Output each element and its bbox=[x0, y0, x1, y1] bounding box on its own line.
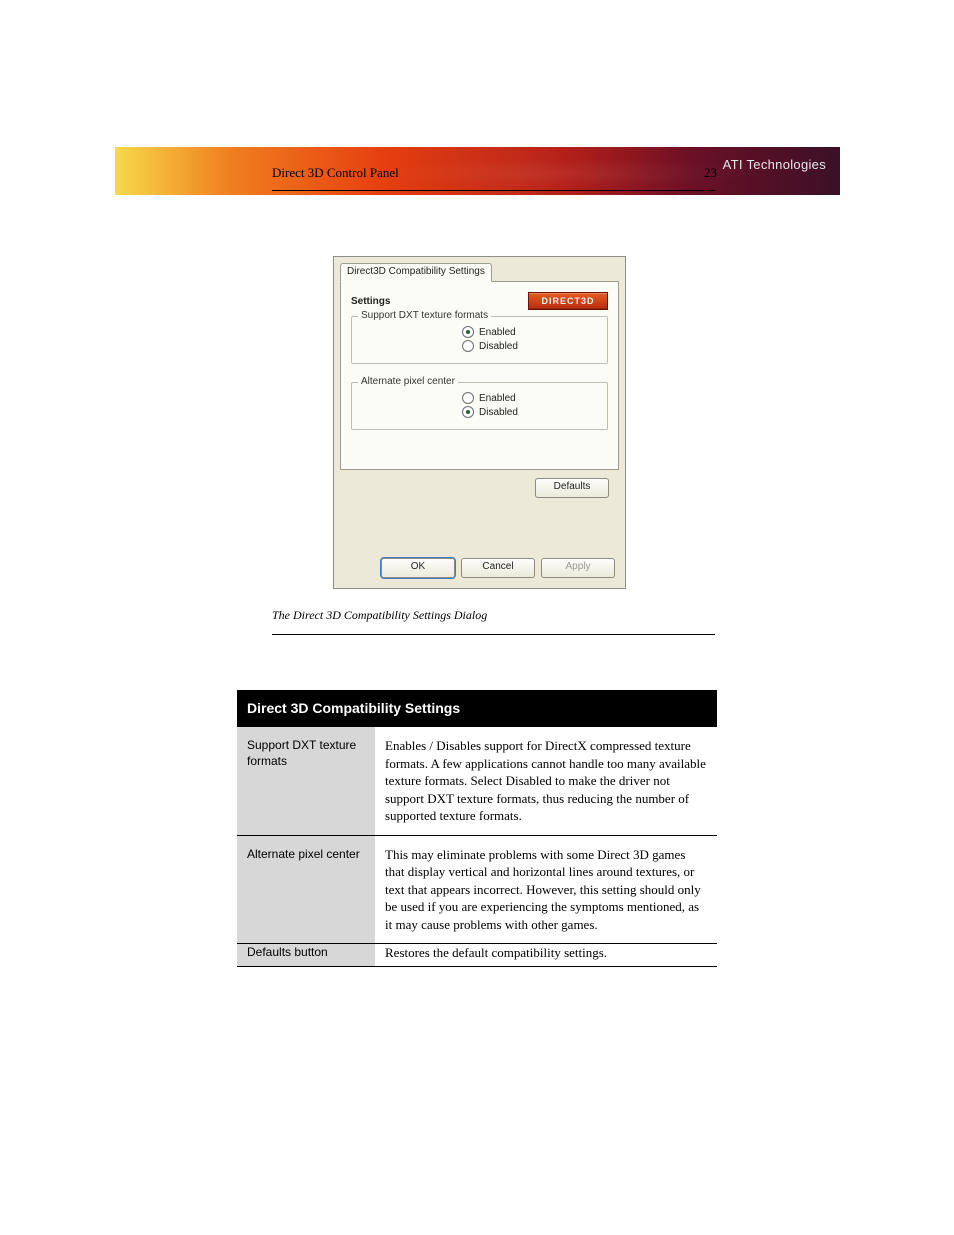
tab-compat[interactable]: Direct3D Compatibility Settings bbox=[340, 263, 492, 282]
tab-strip: Direct3D Compatibility Settings bbox=[340, 263, 619, 282]
radio-icon bbox=[462, 340, 474, 352]
settings-label: Settings bbox=[351, 296, 390, 307]
table-header-row: Direct 3D Compatibility Settings bbox=[237, 690, 717, 727]
group-altpixel: Alternate pixel center Enabled Disabled bbox=[351, 382, 608, 430]
defaults-row: Defaults bbox=[334, 470, 625, 498]
direct3d-logo: DIRECT3D bbox=[528, 292, 608, 310]
radio-dxt-disabled[interactable]: Disabled bbox=[462, 339, 599, 353]
group-dxt: Support DXT texture formats Enabled Disa… bbox=[351, 316, 608, 364]
page-number: 23 bbox=[704, 165, 717, 181]
compat-table: Direct 3D Compatibility Settings Support… bbox=[237, 690, 717, 967]
radio-icon bbox=[462, 326, 474, 338]
radio-dxt-disabled-label: Disabled bbox=[479, 341, 518, 352]
defaults-button[interactable]: Defaults bbox=[535, 478, 609, 498]
row-label: Alternate pixel center bbox=[237, 835, 375, 944]
radio-altpixel-disabled-label: Disabled bbox=[479, 407, 518, 418]
settings-row: Settings DIRECT3D bbox=[351, 292, 608, 310]
document-page: ATI Technologies Direct 3D Control Panel… bbox=[0, 0, 954, 1235]
apply-button[interactable]: Apply bbox=[541, 558, 615, 578]
tab-panel: Settings DIRECT3D Support DXT texture fo… bbox=[340, 282, 619, 470]
table-header: Direct 3D Compatibility Settings bbox=[237, 690, 717, 727]
row-desc: Restores the default compatibility setti… bbox=[375, 944, 717, 967]
group-altpixel-options: Enabled Disabled bbox=[462, 391, 599, 419]
compat-dialog: Direct3D Compatibility Settings Settings… bbox=[333, 256, 626, 589]
table-row: Defaults button Restores the default com… bbox=[237, 944, 717, 967]
group-dxt-options: Enabled Disabled bbox=[462, 325, 599, 353]
row-label: Defaults button bbox=[237, 944, 375, 967]
group-altpixel-legend: Alternate pixel center bbox=[358, 376, 458, 387]
section-title: Direct 3D Control Panel bbox=[272, 165, 399, 181]
table-row: Alternate pixel center This may eliminat… bbox=[237, 835, 717, 944]
row-desc: This may eliminate problems with some Di… bbox=[375, 835, 717, 944]
dialog-buttons: OK Cancel Apply bbox=[381, 558, 615, 578]
brand-banner: ATI Technologies bbox=[115, 147, 840, 195]
radio-dxt-enabled[interactable]: Enabled bbox=[462, 325, 599, 339]
radio-altpixel-enabled[interactable]: Enabled bbox=[462, 391, 599, 405]
caption-rule bbox=[272, 634, 715, 635]
row-desc: Enables / Disables support for DirectX c… bbox=[375, 727, 717, 836]
figure-caption: The Direct 3D Compatibility Settings Dia… bbox=[272, 608, 487, 623]
brand-text: ATI Technologies bbox=[723, 157, 826, 172]
group-dxt-legend: Support DXT texture formats bbox=[358, 310, 491, 321]
radio-dxt-enabled-label: Enabled bbox=[479, 327, 516, 338]
radio-altpixel-enabled-label: Enabled bbox=[479, 393, 516, 404]
cancel-button[interactable]: Cancel bbox=[461, 558, 535, 578]
row-label: Support DXT texture formats bbox=[237, 727, 375, 836]
header-rule bbox=[272, 190, 715, 191]
radio-altpixel-disabled[interactable]: Disabled bbox=[462, 405, 599, 419]
radio-icon bbox=[462, 392, 474, 404]
table-row: Support DXT texture formats Enables / Di… bbox=[237, 727, 717, 836]
radio-icon bbox=[462, 406, 474, 418]
ok-button[interactable]: OK bbox=[381, 558, 455, 578]
